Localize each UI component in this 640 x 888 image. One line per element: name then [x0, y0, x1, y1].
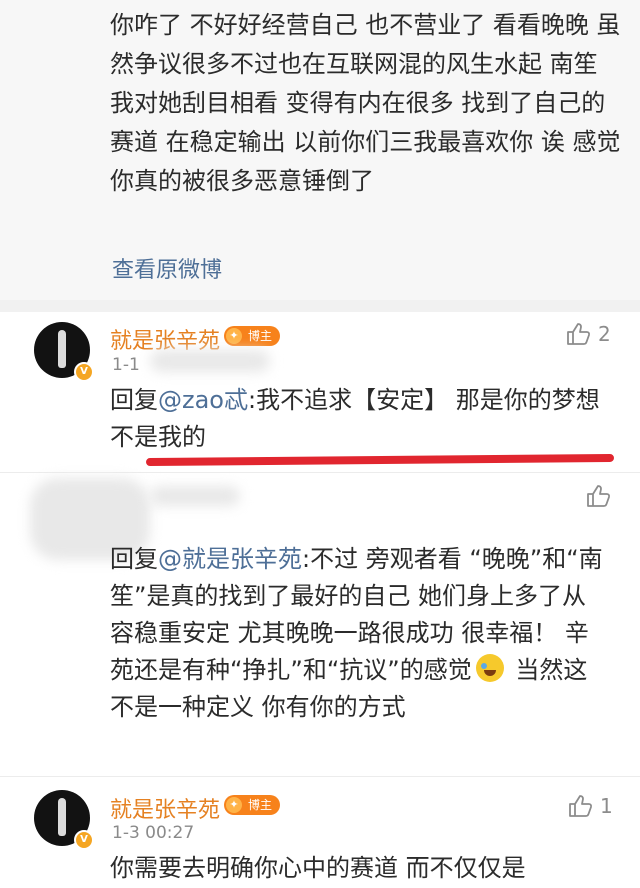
thumb-up-icon: [567, 323, 591, 345]
verified-icon: V: [74, 830, 94, 850]
thumb-up-icon: [569, 795, 593, 817]
mention-link[interactable]: @就是张辛苑: [158, 545, 302, 573]
like-count: 1: [600, 794, 613, 818]
like-button[interactable]: 2: [566, 322, 611, 346]
avatar-figure: [58, 798, 66, 836]
comment-text: 你需要去明确你心中的赛道 而不仅仅是: [110, 854, 526, 882]
divider: [0, 776, 640, 777]
host-badge-label: 博主: [248, 798, 273, 812]
original-post: 你咋了 不好好经营自己 也不营业了 看看晚晚 虽然争议很多不过也在互联网混的风生…: [0, 0, 640, 300]
divider: [0, 472, 640, 473]
comment-text: 回复@就是张辛苑:不过 旁观者看 “晚晚”和“南笙”是真的找到了最好的自己 她们…: [110, 541, 610, 726]
view-original-link[interactable]: 查看原微博: [112, 252, 222, 284]
host-badge-icon: ✦: [226, 797, 242, 813]
avatar-figure: [58, 330, 66, 368]
crying-laughing-emoji: [475, 654, 504, 682]
comment-text: 回复@zao忒:我不追求【安定】 那是你的梦想不是我的: [110, 382, 610, 456]
thumb-up-icon: [587, 485, 611, 507]
reply-prefix: 回复: [110, 545, 158, 573]
like-count: 2: [598, 322, 611, 346]
host-badge: ✦ 博主: [224, 326, 281, 346]
verified-icon: V: [74, 362, 94, 382]
host-badge: ✦ 博主: [224, 795, 281, 815]
redaction-smudge: [150, 350, 270, 372]
reply-prefix: 回复: [110, 386, 158, 414]
section-gap: [0, 300, 640, 312]
redacted-username: [150, 486, 240, 506]
post-text: 你咋了 不好好经营自己 也不营业了 看看晚晚 虽然争议很多不过也在互联网混的风生…: [110, 11, 621, 195]
comment-time: 1-1: [112, 355, 140, 375]
username[interactable]: 就是张辛苑: [110, 792, 220, 824]
host-badge-label: 博主: [248, 329, 273, 343]
host-badge-icon: ✦: [226, 328, 242, 344]
like-button[interactable]: 1: [568, 794, 613, 818]
mention-link[interactable]: @zao忒: [158, 386, 248, 414]
like-button[interactable]: [586, 484, 612, 508]
comment-time: 1-3 00:27: [112, 823, 195, 843]
